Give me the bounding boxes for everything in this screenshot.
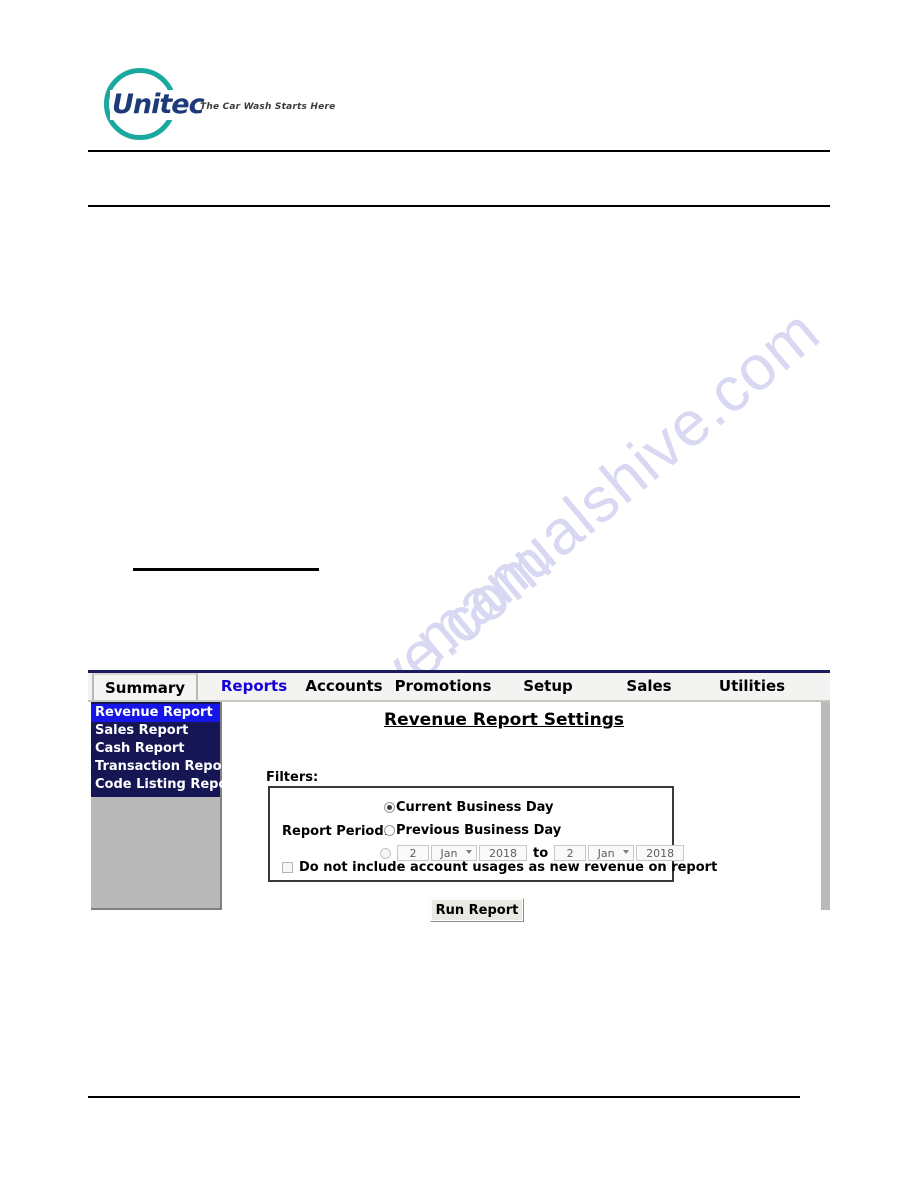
tab-utilities[interactable]: Utilities: [700, 673, 804, 700]
option-previous-business-day[interactable]: Previous Business Day: [384, 823, 561, 838]
radio-previous-business-day[interactable]: [384, 825, 395, 836]
from-day-field[interactable]: 2: [397, 845, 429, 861]
chevron-down-icon: [623, 850, 630, 854]
filters-box: Report Period: Current Business Day Prev…: [268, 786, 717, 882]
tab-accounts[interactable]: Accounts: [294, 673, 394, 700]
sidebar-item-sales-report[interactable]: Sales Report: [91, 722, 220, 740]
to-day-field[interactable]: 2: [554, 845, 587, 861]
filters-label: Filters:: [266, 770, 319, 785]
radio-custom-date-range[interactable]: [380, 847, 391, 859]
tab-setup[interactable]: Setup: [500, 673, 596, 700]
report-settings-panel: Revenue Report Settings Filters: Report …: [224, 702, 820, 940]
header-divider: [88, 150, 830, 152]
section-divider: [88, 205, 830, 207]
tab-reports[interactable]: Reports: [206, 673, 302, 700]
page-watermark: manualshive.com manualshive.com: [0, 0, 918, 1188]
from-month-select[interactable]: Jan: [431, 845, 477, 861]
sidebar-item-revenue-report[interactable]: Revenue Report: [91, 704, 220, 722]
exclude-account-usages-checkbox[interactable]: [282, 862, 293, 873]
exclude-account-usages-row[interactable]: Do not include account usages as new rev…: [282, 860, 717, 875]
exclude-account-usages-label: Do not include account usages as new rev…: [299, 860, 718, 875]
report-period-label: Report Period:: [282, 824, 389, 839]
unitec-logo: Unitec The Car Wash Starts Here: [104, 68, 404, 140]
sidebar-item-cash-report[interactable]: Cash Report: [91, 740, 220, 758]
to-month-value: Jan: [597, 847, 615, 860]
to-year-field[interactable]: 2018: [636, 845, 685, 861]
run-report-button[interactable]: Run Report: [430, 898, 524, 922]
short-rule: [133, 568, 319, 571]
application-screenshot: Summary Reports Accounts Promotions Setu…: [88, 670, 830, 942]
tab-promotions[interactable]: Promotions: [388, 673, 498, 700]
report-sidebar: Revenue Report Sales Report Cash Report …: [91, 702, 240, 910]
logo-wordmark: Unitec: [110, 89, 206, 120]
tab-sales[interactable]: Sales: [604, 673, 694, 700]
date-range-to: 2 Jan 2018: [554, 845, 686, 861]
option-custom-date-range[interactable]: 2 Jan 2018 to 2 Jan 2018: [380, 845, 686, 861]
report-menu: Revenue Report Sales Report Cash Report …: [91, 702, 240, 797]
option-current-business-day[interactable]: Current Business Day: [384, 800, 554, 815]
tab-summary[interactable]: Summary: [92, 673, 198, 700]
vertical-scrollbar[interactable]: [821, 702, 830, 910]
chevron-down-icon: [466, 850, 472, 854]
date-range-from: 2 Jan 2018: [397, 845, 529, 861]
from-month-value: Jan: [440, 847, 458, 860]
page-title: Revenue Report Settings: [383, 710, 625, 730]
to-month-select[interactable]: Jan: [588, 845, 635, 861]
date-range-separator: to: [533, 845, 549, 861]
radio-current-business-day[interactable]: [384, 802, 395, 813]
from-year-field[interactable]: 2018: [479, 845, 527, 861]
option-label: Current Business Day: [396, 800, 554, 815]
sidebar-item-transaction-report[interactable]: Transaction Report: [91, 758, 234, 776]
option-label: Previous Business Day: [396, 823, 562, 838]
sidebar-item-code-listing-report[interactable]: Code Listing Report: [91, 776, 240, 794]
logo-tagline: The Car Wash Starts Here: [200, 102, 336, 112]
watermark-text: manualshive.com: [400, 296, 833, 675]
tab-bar: Summary Reports Accounts Promotions Setu…: [88, 673, 830, 700]
footer-divider: [88, 1096, 800, 1098]
